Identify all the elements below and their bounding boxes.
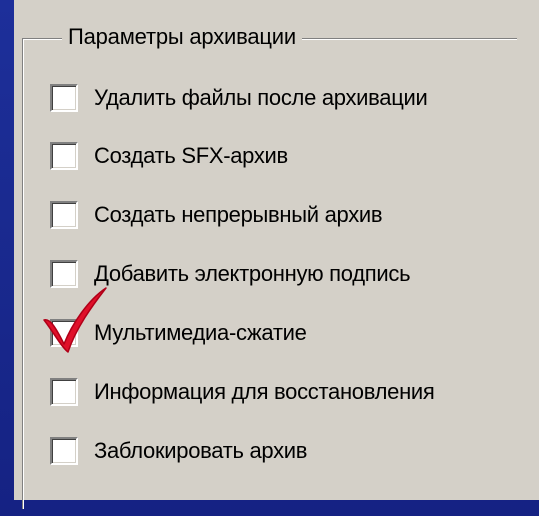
option-label: Добавить электронную подпись bbox=[94, 261, 411, 286]
option-delete-files[interactable]: Удалить файлы после архивации bbox=[50, 78, 428, 118]
option-label: Создать непрерывный архив bbox=[94, 202, 383, 227]
checkbox-create-sfx[interactable] bbox=[50, 142, 78, 170]
option-recovery-record[interactable]: Информация для восстановления bbox=[50, 372, 435, 412]
option-label: Удалить файлы после архивации bbox=[94, 85, 428, 110]
option-solid-archive[interactable]: Создать непрерывный архив bbox=[50, 195, 383, 235]
checkbox-recovery-record[interactable] bbox=[50, 378, 78, 406]
option-lock-archive[interactable]: Заблокировать архив bbox=[50, 431, 307, 471]
checkbox-lock-archive[interactable] bbox=[50, 437, 78, 465]
checkbox-delete-files[interactable] bbox=[50, 84, 78, 112]
option-label: Мультимедиа-сжатие bbox=[94, 320, 307, 345]
group-title: Параметры архивации bbox=[62, 22, 302, 52]
option-create-sfx[interactable]: Создать SFX-архив bbox=[50, 136, 288, 176]
option-label: Заблокировать архив bbox=[94, 438, 308, 463]
check-mark-icon bbox=[43, 287, 107, 353]
checkbox-solid-archive[interactable] bbox=[50, 201, 78, 229]
option-label: Создать SFX-архив bbox=[94, 143, 288, 168]
option-label: Информация для восстановления bbox=[94, 379, 435, 404]
